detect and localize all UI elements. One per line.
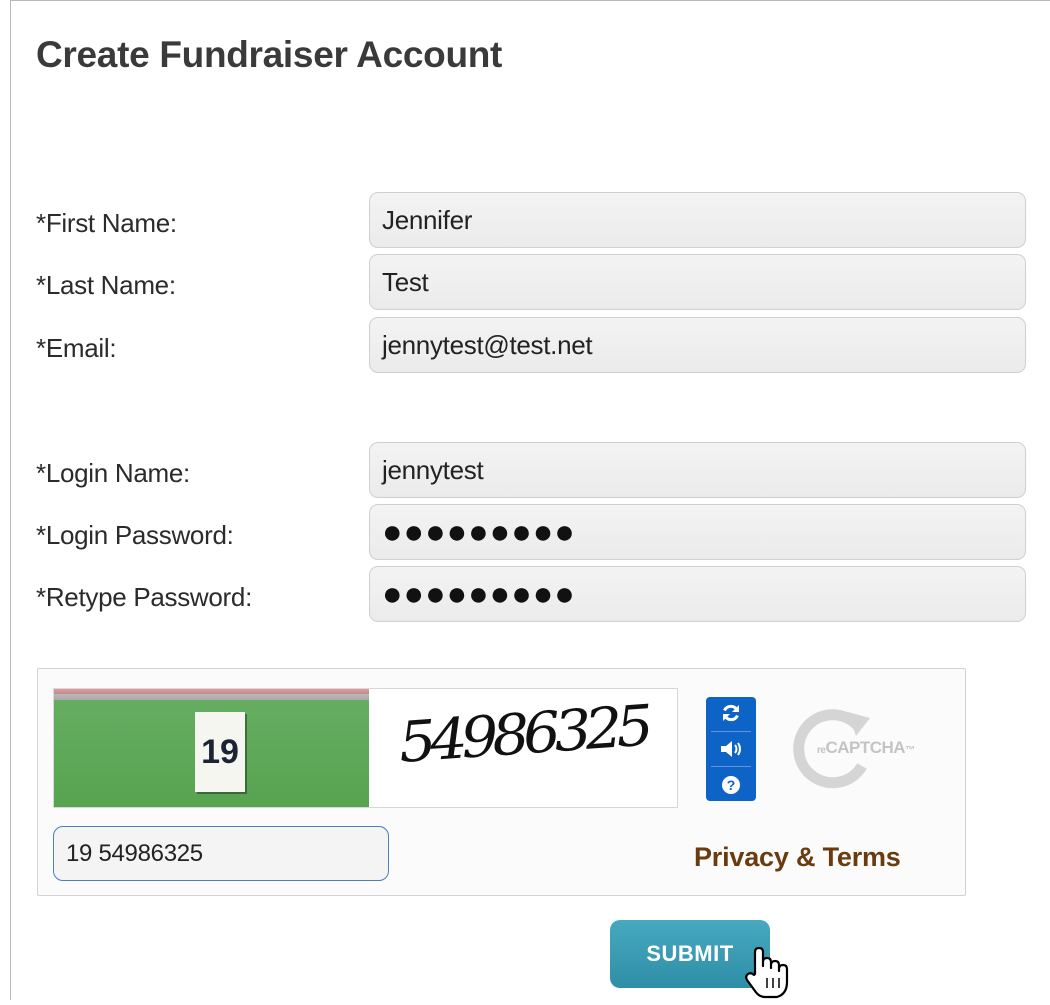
login-name-field[interactable]: jennytest xyxy=(369,442,1026,498)
hand-cursor-icon xyxy=(743,944,789,1000)
retype-password-row: *Retype Password: ●●●●●●●●● xyxy=(0,566,1050,624)
page-title: Create Fundraiser Account xyxy=(36,34,503,75)
login-password-field[interactable]: ●●●●●●●●● xyxy=(369,504,1026,560)
recaptcha-logo: reCAPTCHA™ xyxy=(790,704,950,794)
first-name-label: *First Name: xyxy=(36,208,177,238)
email-row: *Email: jennytest@test.net xyxy=(0,317,1050,375)
captcha-photo: 19 xyxy=(54,689,369,807)
last-name-label: *Last Name: xyxy=(36,270,176,300)
first-name-value: Jennifer xyxy=(382,204,473,235)
login-password-row: *Login Password: ●●●●●●●●● xyxy=(0,504,1050,562)
login-name-row: *Login Name: jennytest xyxy=(0,442,1050,500)
captcha-photo-number: 19 xyxy=(195,712,245,792)
last-name-row: *Last Name: Test xyxy=(0,254,1050,312)
captcha-controls: ? xyxy=(706,697,756,801)
captcha-challenge-image: 19 54986325 xyxy=(53,688,678,808)
controls-divider xyxy=(711,731,751,733)
email-label: *Email: xyxy=(36,333,117,363)
last-name-value: Test xyxy=(382,266,429,297)
login-name-label: *Login Name: xyxy=(36,458,190,488)
svg-text:?: ? xyxy=(727,777,736,793)
retype-password-field[interactable]: ●●●●●●●●● xyxy=(369,566,1026,622)
controls-divider xyxy=(711,765,751,767)
email-field[interactable]: jennytest@test.net xyxy=(369,317,1026,373)
captcha-response-input[interactable]: 19 54986325 xyxy=(53,826,389,881)
first-name-field[interactable]: Jennifer xyxy=(369,192,1026,248)
login-password-label: *Login Password: xyxy=(36,520,234,550)
email-value: jennytest@test.net xyxy=(382,329,593,360)
audio-icon[interactable] xyxy=(719,739,743,759)
retype-password-label: *Retype Password: xyxy=(36,582,253,612)
last-name-field[interactable]: Test xyxy=(369,254,1026,310)
retype-password-value: ●●●●●●●●● xyxy=(382,574,576,613)
help-icon[interactable]: ? xyxy=(720,774,742,796)
privacy-terms-link[interactable]: Privacy & Terms xyxy=(694,842,901,873)
login-password-value: ●●●●●●●●● xyxy=(382,512,576,551)
refresh-icon[interactable] xyxy=(720,702,742,724)
recaptcha-logo-text: reCAPTCHA™ xyxy=(817,738,915,757)
captcha-distorted-text: 54986325 xyxy=(396,693,650,776)
captcha-response-value: 19 54986325 xyxy=(66,839,203,867)
login-name-value: jennytest xyxy=(382,454,484,485)
first-name-row: *First Name: Jennifer xyxy=(0,192,1050,250)
